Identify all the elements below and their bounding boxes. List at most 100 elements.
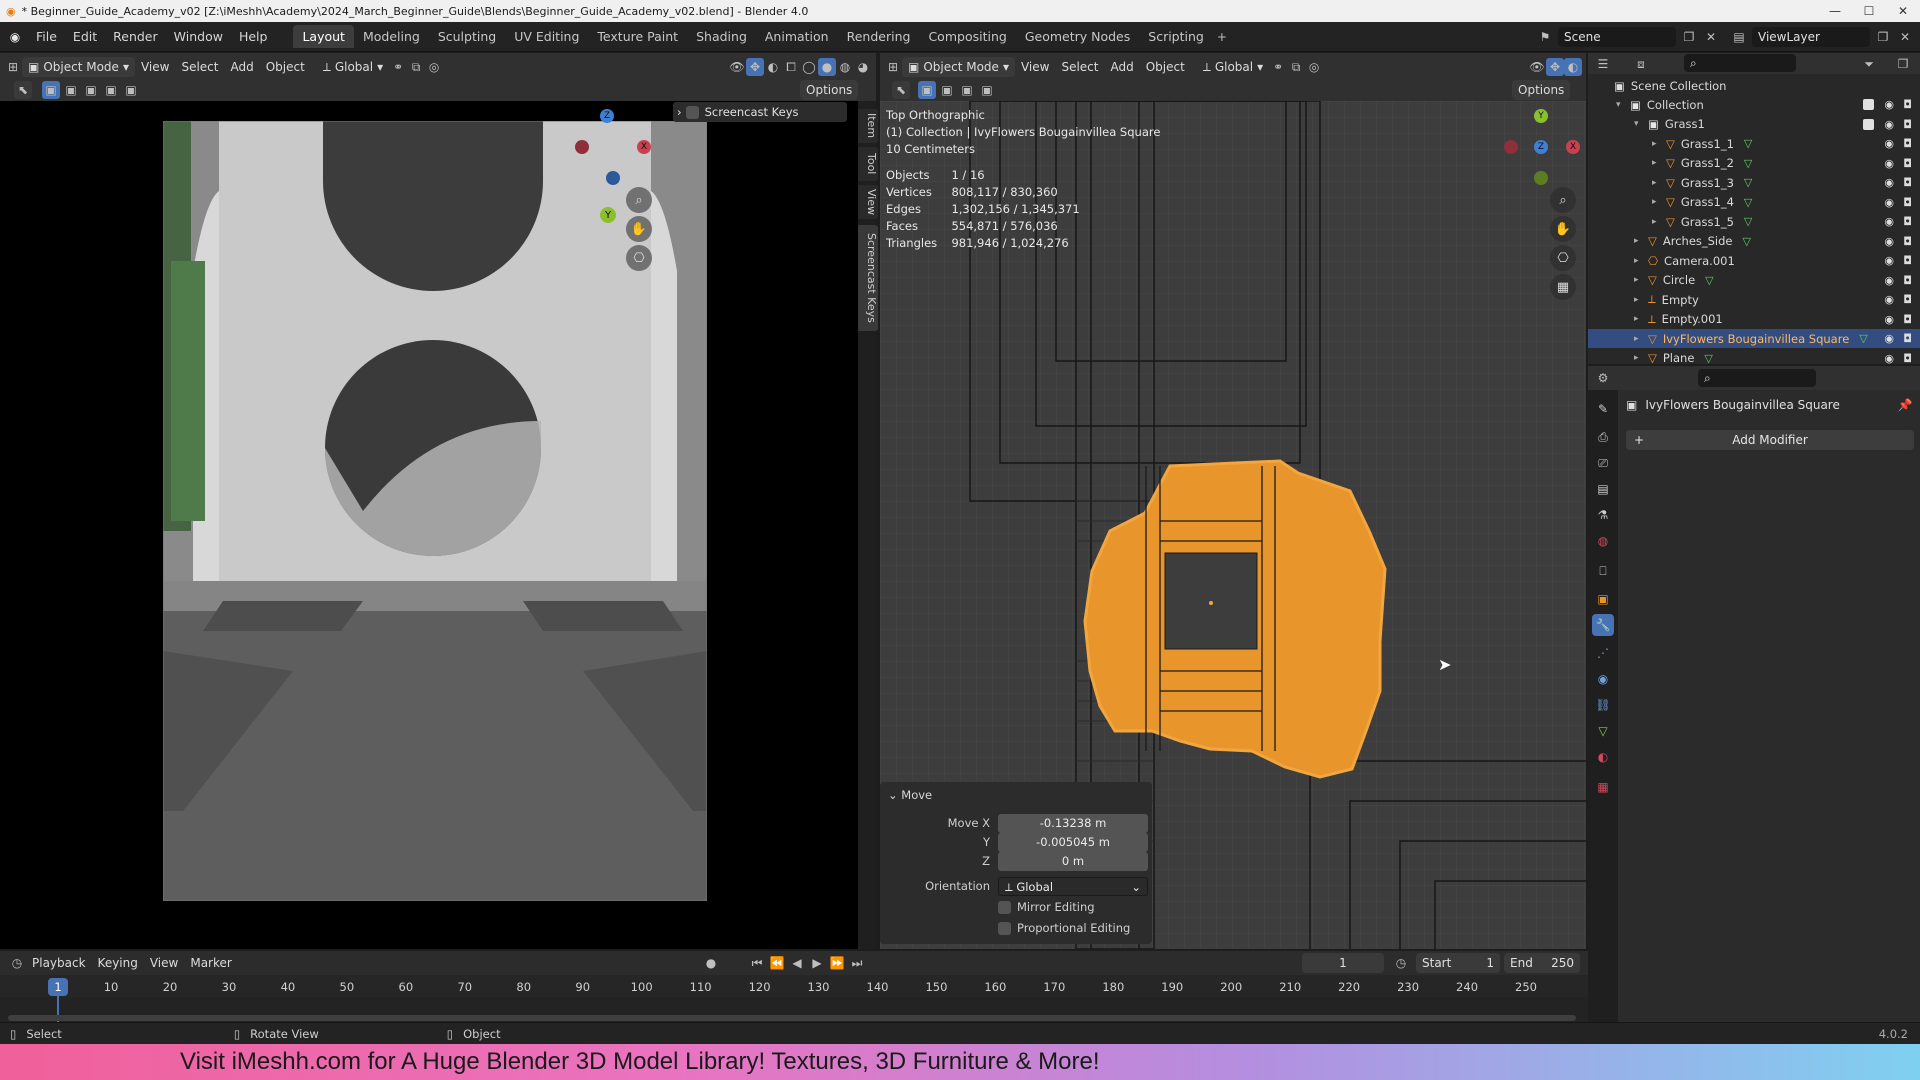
expand-right-icon[interactable]: ▸ [1634, 256, 1648, 266]
material-shading-icon[interactable]: ◍ [836, 58, 854, 76]
eye-icon[interactable]: ◉ [1884, 254, 1894, 267]
play-reverse-icon[interactable]: ◀ [788, 954, 806, 972]
camera-view-icon[interactable]: ⎔ [626, 245, 652, 271]
left-gizmo-neg-x[interactable] [575, 140, 589, 154]
outliner-root[interactable]: ▣ Scene Collection [1588, 76, 1920, 95]
timeline-scrollbar[interactable] [8, 1015, 1576, 1021]
current-frame-field[interactable]: 1 [1302, 953, 1384, 973]
select-invert-icon[interactable]: ▣ [122, 81, 140, 99]
tab-animation[interactable]: Animation [756, 25, 838, 48]
marker-menu[interactable]: Marker [184, 953, 237, 973]
timeline-editor-icon[interactable]: ◷ [8, 954, 26, 972]
sidebar-tab-tool[interactable]: Tool [858, 147, 878, 181]
right-options-button[interactable]: Options [1512, 80, 1571, 100]
left-menu-select[interactable]: Select [175, 57, 224, 77]
expand-right-icon[interactable]: ▸ [1634, 353, 1648, 363]
outliner-editor-icon[interactable]: ☰ [1594, 55, 1612, 73]
keying-menu[interactable]: Keying [92, 953, 144, 973]
right-orientation-dropdown[interactable]: ⟂ Global ▾ [1197, 57, 1269, 77]
expand-right-icon[interactable]: ▸ [1634, 314, 1648, 324]
view-layer-tab-icon[interactable]: ▤ [1592, 478, 1614, 500]
right-overlay-icon[interactable]: ◐ [1564, 58, 1582, 76]
expand-right-icon[interactable]: ▸ [1634, 334, 1648, 344]
outliner-item[interactable]: ▸ ▽ Arches_Side ▽ ◉ ◘ [1588, 232, 1920, 251]
right-menu-object[interactable]: Object [1140, 57, 1191, 77]
left-gizmo-neg-z[interactable] [606, 171, 620, 185]
left-menu-object[interactable]: Object [260, 57, 311, 77]
render-camera-icon[interactable]: ◘ [1903, 98, 1912, 111]
mirror-checkbox[interactable] [998, 901, 1011, 914]
right-select-subtract-icon[interactable]: ▣ [958, 81, 976, 99]
select-extend-icon[interactable]: ▣ [62, 81, 80, 99]
right-gizmo-toggle-icon[interactable]: ✥ [1546, 58, 1564, 76]
collection-tab-icon[interactable]: ⎕ [1592, 560, 1614, 582]
xray-icon[interactable]: ⧠ [782, 58, 800, 76]
eye-icon[interactable]: ◉ [1884, 293, 1894, 306]
render-camera-icon[interactable]: ◘ [1903, 313, 1912, 326]
tab-rendering[interactable]: Rendering [838, 25, 920, 48]
render-camera-icon[interactable]: ◘ [1903, 157, 1912, 170]
playhead[interactable]: 1 [48, 978, 68, 996]
playback-menu[interactable]: Playback [26, 953, 92, 973]
right-gizmo-neg-y[interactable] [1534, 171, 1548, 185]
tab-uv-editing[interactable]: UV Editing [505, 25, 588, 48]
right-proportional-icon[interactable]: ◎ [1305, 58, 1323, 76]
outliner-item[interactable]: ▸ ⟂ Empty ◉ ◘ [1588, 290, 1920, 309]
gizmo-toggle-icon[interactable]: ✥ [746, 58, 764, 76]
tab-modeling[interactable]: Modeling [354, 25, 429, 48]
sidebar-tab-screencast[interactable]: Screencast Keys [858, 225, 878, 331]
new-scene-icon[interactable]: ❐ [1680, 28, 1698, 46]
left-gizmo-z[interactable]: Z [600, 109, 614, 123]
jump-start-icon[interactable]: ⏮ [748, 954, 766, 972]
eye-icon[interactable]: ◉ [1884, 313, 1894, 326]
left-options-button[interactable]: Options [800, 80, 859, 100]
right-gizmo-y[interactable]: Y [1534, 109, 1548, 123]
wireframe-shading-icon[interactable]: ◯ [800, 58, 818, 76]
outliner-search-input[interactable]: ⌕ [1684, 54, 1796, 72]
right-gizmo-z[interactable]: Z [1534, 140, 1548, 154]
outliner-item[interactable]: ▸ ⟂ Empty.001 ◉ ◘ [1588, 310, 1920, 329]
right-snap-icon[interactable]: ⧉ [1287, 58, 1305, 76]
exclude-checkbox[interactable] [1863, 99, 1874, 110]
right-select-box-icon[interactable]: ▣ [918, 81, 936, 99]
render-camera-icon[interactable]: ◘ [1903, 118, 1912, 131]
right-gizmo-x[interactable]: X [1566, 140, 1580, 154]
outliner-item[interactable]: ▸ ▽ Grass1_1 ▽ ◉ ◘ [1588, 134, 1920, 153]
move-x-field[interactable]: -0.13238 m [998, 814, 1148, 833]
expand-down-icon[interactable]: ▾ [1634, 119, 1648, 129]
render-camera-icon[interactable]: ◘ [1903, 352, 1912, 365]
eye-icon[interactable]: ◉ [1884, 274, 1894, 287]
scene-icon[interactable]: ⚑ [1536, 28, 1554, 46]
render-camera-icon[interactable]: ◘ [1903, 332, 1912, 345]
outliner-item[interactable]: ▸ ▽ Grass1_3 ▽ ◉ ◘ [1588, 173, 1920, 192]
render-camera-icon[interactable]: ◘ [1903, 176, 1912, 189]
add-modifier-button[interactable]: + Add Modifier [1626, 430, 1914, 450]
expand-right-icon[interactable]: ▸ [1652, 217, 1666, 227]
move-z-field[interactable]: 0 m [998, 852, 1148, 871]
record-icon[interactable]: ● [702, 954, 720, 972]
eye-icon[interactable]: ◉ [1884, 196, 1894, 209]
delete-viewlayer-icon[interactable]: ✕ [1896, 28, 1914, 46]
eye-icon[interactable]: ◉ [1884, 215, 1894, 228]
maximize-icon[interactable]: ☐ [1852, 0, 1886, 22]
world-tab-icon[interactable]: ◍ [1592, 530, 1614, 552]
overlay-icon[interactable]: ◐ [764, 58, 782, 76]
outliner-item[interactable]: ▸ ▽ Circle ▽ ◉ ◘ [1588, 271, 1920, 290]
right-menu-view[interactable]: View [1015, 57, 1055, 77]
render-camera-icon[interactable]: ◘ [1903, 196, 1912, 209]
move-y-field[interactable]: -0.005045 m [998, 833, 1148, 852]
editor-type-icon[interactable]: ⊞ [4, 58, 22, 76]
scene-tab-icon[interactable]: ⚗ [1592, 504, 1614, 526]
outliner-item[interactable]: ▸ ▽ Grass1_2 ▽ ◉ ◘ [1588, 154, 1920, 173]
prev-key-icon[interactable]: ⏪ [768, 954, 786, 972]
blender-menu-icon[interactable]: ◉ [6, 28, 24, 46]
right-pivot-icon[interactable]: ⚭ [1269, 58, 1287, 76]
new-collection-icon[interactable]: ❐ [1894, 55, 1912, 73]
left-mode-dropdown[interactable]: ▣ Object Mode ▾ [22, 57, 135, 77]
outliner-item[interactable]: ▸ ▽ Plane ▽ ◉ ◘ [1588, 349, 1920, 368]
outliner-item[interactable]: ▾ ▣ Collection ◉ ◘ [1588, 95, 1920, 114]
solid-shading-icon[interactable]: ● [818, 58, 836, 76]
screencast-panel[interactable]: › Screencast Keys [673, 102, 847, 122]
play-icon[interactable]: ▶ [808, 954, 826, 972]
right-mode-dropdown[interactable]: ▣ Object Mode ▾ [902, 57, 1015, 77]
